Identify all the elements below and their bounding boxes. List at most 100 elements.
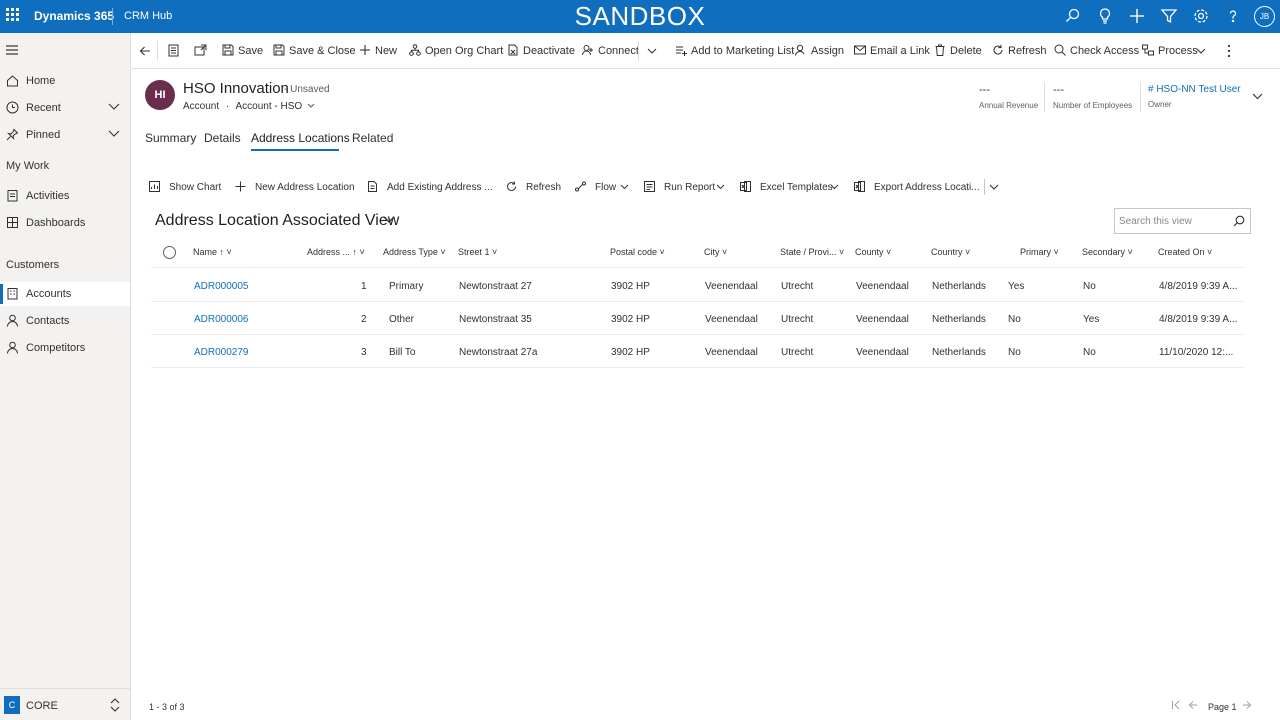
next-page-icon[interactable]: [1242, 700, 1252, 710]
flow-icon: [575, 181, 586, 192]
back-arrow-icon[interactable]: [139, 45, 151, 57]
filter-icon[interactable]: [1160, 7, 1178, 25]
chevron-down-icon[interactable]: [1196, 48, 1206, 55]
previous-page-icon[interactable]: [1188, 700, 1198, 710]
column-header-street-1[interactable]: Street 1 ˅: [458, 247, 497, 257]
column-header-state[interactable]: State / Provi... ˅: [780, 247, 844, 257]
column-header-country[interactable]: Country ˅: [931, 247, 970, 257]
popout-icon[interactable]: [194, 44, 207, 56]
sidebar-item-accounts[interactable]: Accounts: [0, 282, 130, 306]
add-existing-icon: [368, 181, 377, 192]
employees-value: ---: [1053, 84, 1064, 96]
employees-label: Number of Employees: [1053, 101, 1133, 110]
sidebar-item-recent[interactable]: Recent: [0, 96, 130, 120]
name-link[interactable]: ADR000006: [194, 314, 248, 325]
email-a-link-label: Email a Link: [870, 45, 930, 57]
column-header-address-number[interactable]: Address ... ↑ ˅: [307, 247, 365, 257]
cell-created-on: 11/10/2020 12:...: [1159, 347, 1234, 358]
save-close-label: Save & Close: [289, 45, 356, 57]
header-field-employees: --- Number of Employees: [1053, 84, 1132, 110]
cell-address-number: 2: [361, 314, 367, 325]
export-address-locations-label: Export Address Locati...: [874, 182, 980, 193]
chevron-up-down-icon: [110, 698, 120, 712]
gear-icon[interactable]: [1192, 7, 1210, 25]
sidebar-item-activities[interactable]: Activities: [0, 184, 130, 208]
select-all-radio[interactable]: [163, 246, 176, 259]
column-header-label: Street 1: [458, 247, 490, 257]
column-header-postal-code[interactable]: Postal code ˅: [610, 247, 665, 257]
column-header-created-on[interactable]: Created On ˅: [1158, 247, 1212, 257]
view-selector-title[interactable]: Address Location Associated View: [155, 212, 399, 230]
header-field-annual-revenue: --- Annual Revenue: [979, 84, 1038, 110]
hamburger-menu-icon[interactable]: [6, 45, 18, 55]
divider: [984, 179, 985, 195]
sort-ascending-icon: ↑: [352, 247, 358, 257]
sidebar-item-pinned[interactable]: Pinned: [0, 123, 130, 147]
tab-summary[interactable]: Summary: [145, 131, 196, 145]
separator-dot: ·: [225, 101, 230, 112]
cell-country: Netherlands: [932, 347, 986, 358]
refresh-label: Refresh: [1008, 45, 1047, 57]
sidebar-section-my-work: My Work: [6, 160, 50, 172]
annual-revenue-label: Annual Revenue: [979, 101, 1039, 110]
search-view-input[interactable]: Search this view: [1114, 208, 1251, 234]
sidebar-item-dashboards[interactable]: Dashboards: [0, 211, 130, 235]
clock-icon: [6, 101, 19, 114]
column-header-label: County: [855, 247, 884, 257]
cell-street-1: Newtonstraat 27a: [459, 347, 538, 358]
chevron-down-icon[interactable]: [108, 103, 120, 111]
chevron-down-icon[interactable]: [307, 103, 315, 109]
cell-city: Veenendaal: [705, 281, 758, 292]
column-header-address-type[interactable]: Address Type ˅: [383, 247, 446, 257]
list-add-icon: [676, 46, 687, 56]
site-map-sidebar: Home Recent Pinned My Work Activities Da…: [0, 33, 131, 720]
sidebar-item-contacts[interactable]: Contacts: [0, 309, 130, 333]
column-header-name[interactable]: Name ↑ ˅: [193, 247, 232, 257]
column-header-label: Primary: [1020, 247, 1051, 257]
form-icon[interactable]: [168, 44, 179, 57]
cell-state: Utrecht: [781, 314, 814, 325]
column-header-county[interactable]: County ˅: [855, 247, 891, 257]
column-header-city[interactable]: City ˅: [704, 247, 727, 257]
search-placeholder: Search this view: [1119, 216, 1192, 227]
sidebar-item-competitors[interactable]: Competitors: [0, 336, 130, 360]
chart-icon: [149, 181, 160, 192]
delete-label: Delete: [950, 45, 982, 57]
lightbulb-icon[interactable]: [1096, 7, 1114, 25]
sidebar-section-customers: Customers: [6, 259, 60, 271]
table-row[interactable]: ADR000279 3 Bill To Newtonstraat 27a 390…: [151, 335, 1245, 368]
tab-details[interactable]: Details: [204, 131, 241, 145]
cell-state: Utrecht: [781, 281, 814, 292]
column-header-primary[interactable]: Primary ˅: [1020, 247, 1059, 257]
tab-related[interactable]: Related: [352, 131, 393, 145]
first-page-icon[interactable]: [1171, 700, 1181, 710]
name-link[interactable]: ADR000279: [194, 347, 248, 358]
page-indicator: Page 1: [1208, 702, 1237, 712]
search-icon[interactable]: [1064, 7, 1082, 25]
column-header-secondary[interactable]: Secondary ˅: [1082, 247, 1133, 257]
chevron-down-icon[interactable]: [108, 130, 120, 138]
table-row[interactable]: ADR000006 2 Other Newtonstraat 35 3902 H…: [151, 302, 1245, 335]
sidebar-item-home[interactable]: Home: [0, 69, 130, 93]
expand-header-chevron-icon[interactable]: [1252, 93, 1263, 100]
search-icon[interactable]: [1233, 215, 1245, 227]
form-selector[interactable]: Account - HSO: [236, 101, 303, 112]
help-icon[interactable]: [1224, 7, 1242, 25]
chevron-down-icon[interactable]: [989, 184, 999, 191]
name-link[interactable]: ADR000005: [194, 281, 248, 292]
sidebar-item-label: Dashboards: [26, 217, 86, 229]
table-row[interactable]: ADR000005 1 Primary Newtonstraat 27 3902…: [151, 269, 1245, 302]
chevron-down-icon[interactable]: [647, 48, 657, 55]
cell-postal-code: 3902 HP: [611, 314, 650, 325]
area-switcher[interactable]: C CORE: [0, 688, 130, 720]
more-commands-icon[interactable]: [1227, 44, 1231, 58]
user-avatar[interactable]: JB: [1254, 6, 1275, 27]
owner-link[interactable]: # HSO-NN Test User: [1148, 84, 1241, 95]
owner-label: Owner: [1148, 100, 1172, 109]
plus-icon: [360, 45, 370, 55]
chevron-down-icon[interactable]: [383, 216, 395, 224]
tab-address-locations[interactable]: Address Locations: [251, 131, 350, 145]
save-icon: [222, 44, 234, 56]
plus-icon[interactable]: [1128, 7, 1146, 25]
assign-icon: [795, 44, 805, 56]
